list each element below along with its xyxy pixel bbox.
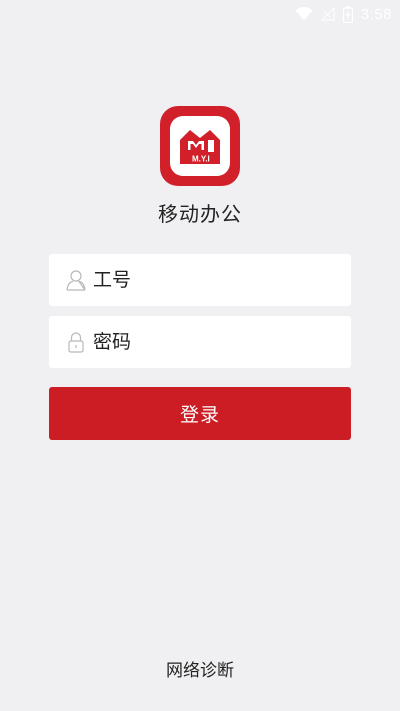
battery-icon — [342, 5, 353, 23]
password-field[interactable] — [49, 316, 351, 368]
network-diagnose-link[interactable]: 网络诊断 — [0, 656, 400, 681]
status-bar: 3:58 — [0, 0, 400, 28]
wifi-icon — [295, 7, 313, 20]
username-field[interactable] — [49, 254, 351, 306]
password-input[interactable] — [93, 324, 343, 360]
login-button[interactable]: 登录 — [49, 387, 351, 440]
status-icons: 3:58 — [295, 4, 392, 24]
signal-icon — [320, 7, 335, 21]
app-title: 移动办公 — [158, 202, 242, 226]
lock-icon — [68, 332, 84, 353]
house-logo-icon: M.Y.I — [180, 130, 220, 164]
app-logo: M.Y.I — [160, 106, 240, 186]
status-time: 3:58 — [360, 5, 392, 23]
logo-text: M.Y.I — [192, 155, 210, 164]
user-icon — [66, 270, 86, 291]
username-input[interactable] — [93, 262, 343, 298]
logo-inner: M.Y.I — [170, 116, 230, 176]
